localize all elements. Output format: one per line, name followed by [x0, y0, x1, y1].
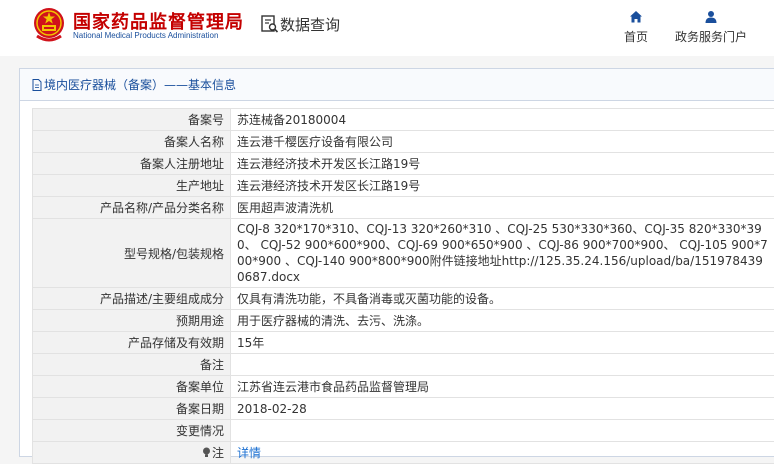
field-value: CQJ-8 320*170*310、CQJ-13 320*260*310 、CQ…: [231, 219, 774, 288]
field-value: 15年: [231, 332, 774, 354]
field-label: 产品名称/产品分类名称: [33, 197, 231, 219]
field-label: 备注: [33, 354, 231, 376]
field-label: 产品描述/主要组成成分: [33, 288, 231, 310]
table-row: 型号规格/包装规格 CQJ-8 320*170*310、CQJ-13 320*2…: [33, 219, 774, 288]
table-row: 备案日期 2018-02-28: [33, 398, 774, 420]
info-panel: 境内医疗器械（备案）——基本信息 备案号 苏连械备20180004 备案人名称 …: [19, 68, 774, 457]
document-icon: [32, 79, 42, 91]
field-value: [231, 420, 774, 442]
national-emblem-icon: [32, 6, 66, 44]
table-row: 预期用途 用于医疗器械的清洗、去污、洗涤。: [33, 310, 774, 332]
note-label-text: 注: [212, 446, 224, 460]
table-row: 产品存储及有效期 15年: [33, 332, 774, 354]
data-query-link[interactable]: 数据查询: [280, 14, 340, 35]
info-table: 备案号 苏连械备20180004 备案人名称 连云港千樱医疗设备有限公司 备案人…: [32, 108, 774, 464]
nav-service-portal[interactable]: 政务服务门户: [670, 10, 752, 46]
table-row: 变更情况: [33, 420, 774, 442]
table-row: 备案人名称 连云港千樱医疗设备有限公司: [33, 131, 774, 153]
panel-title: 境内医疗器械（备案）——基本信息: [20, 69, 774, 101]
field-value: 仅具有清洗功能，不具备消毒或灭菌功能的设备。: [231, 288, 774, 310]
field-label: 备案号: [33, 109, 231, 131]
table-row: 产品名称/产品分类名称 医用超声波清洗机: [33, 197, 774, 219]
table-row: 备注: [33, 354, 774, 376]
search-document-icon[interactable]: [260, 14, 280, 34]
field-value: 苏连械备20180004: [231, 109, 774, 131]
site-header: 国家药品监督管理局 National Medical Products Admi…: [0, 0, 774, 56]
table-row: 产品描述/主要组成成分 仅具有清洗功能，不具备消毒或灭菌功能的设备。: [33, 288, 774, 310]
field-value: 2018-02-28: [231, 398, 774, 420]
field-value: 连云港千樱医疗设备有限公司: [231, 131, 774, 153]
table-row: 生产地址 连云港经济技术开发区长江路19号: [33, 175, 774, 197]
nav-home-label: 首页: [618, 28, 654, 45]
panel-title-text: 境内医疗器械（备案）——基本信息: [44, 78, 236, 92]
detail-link[interactable]: 详情: [237, 446, 261, 460]
field-label: 产品存储及有效期: [33, 332, 231, 354]
field-label: 型号规格/包装规格: [33, 219, 231, 288]
field-value: 用于医疗器械的清洗、去污、洗涤。: [231, 310, 774, 332]
table-row: 备案号 苏连械备20180004: [33, 109, 774, 131]
field-label: 预期用途: [33, 310, 231, 332]
field-value: 连云港经济技术开发区长江路19号: [231, 175, 774, 197]
table-row: 备案人注册地址 连云港经济技术开发区长江路19号: [33, 153, 774, 175]
field-value: 医用超声波清洗机: [231, 197, 774, 219]
field-value: 连云港经济技术开发区长江路19号: [231, 153, 774, 175]
user-icon: [704, 10, 718, 24]
table-row: 备案单位 江苏省连云港市食品药品监督管理局: [33, 376, 774, 398]
note-label: 注: [33, 442, 231, 464]
field-label: 生产地址: [33, 175, 231, 197]
field-label: 变更情况: [33, 420, 231, 442]
home-icon: [629, 10, 643, 24]
field-label: 备案人注册地址: [33, 153, 231, 175]
nav-home[interactable]: 首页: [618, 10, 654, 46]
field-value: [231, 354, 774, 376]
nav-portal-label: 政务服务门户: [670, 28, 752, 45]
field-label: 备案人名称: [33, 131, 231, 153]
brand-subtitle: National Medical Products Administration: [73, 31, 218, 40]
field-label: 备案日期: [33, 398, 231, 420]
table-row: 注 详情: [33, 442, 774, 464]
field-label: 备案单位: [33, 376, 231, 398]
bulb-icon: [202, 447, 211, 458]
field-value: 江苏省连云港市食品药品监督管理局: [231, 376, 774, 398]
field-value: 详情: [231, 442, 774, 464]
